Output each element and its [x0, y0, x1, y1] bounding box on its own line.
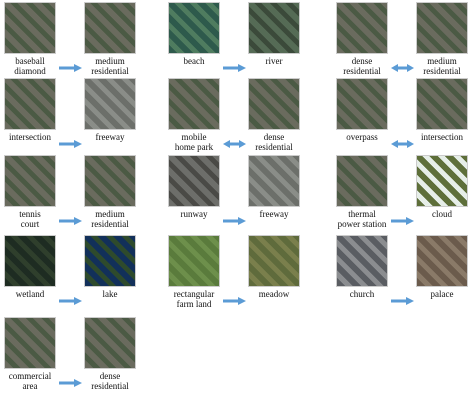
source-image-baseball-diamond	[4, 2, 56, 54]
target-image-medium-residential	[84, 155, 136, 207]
target-image-dense-residential	[248, 78, 300, 130]
target-image-lake	[84, 235, 136, 287]
source-image-beach	[168, 2, 220, 54]
source-label: overpass	[346, 132, 378, 142]
target-label: lake	[102, 289, 118, 299]
bidirectional-arrow-icon	[391, 140, 414, 148]
source-label: dense residential	[343, 56, 381, 76]
source-image-commercial-area	[4, 317, 56, 369]
target-image-palace	[416, 235, 468, 287]
bidirectional-arrow-icon	[391, 64, 414, 72]
source-image-mobile-home-park	[168, 78, 220, 130]
target-label: freeway	[95, 132, 125, 142]
source-image-intersection	[4, 78, 56, 130]
target-image-cloud	[416, 155, 468, 207]
source-image-thermal-power-station	[336, 155, 388, 207]
source-image-wetland	[4, 235, 56, 287]
source-image-dense-residential	[336, 2, 388, 54]
source-image-overpass	[336, 78, 388, 130]
source-label: thermal power station	[337, 209, 387, 229]
source-label: church	[349, 289, 375, 299]
source-label: rectangular farm land	[173, 289, 215, 309]
target-image-dense-residential	[84, 317, 136, 369]
figure-caption-fragment	[0, 394, 474, 403]
bidirectional-arrow-icon	[223, 140, 246, 148]
source-image-tennis-court	[4, 155, 56, 207]
right-arrow-icon	[59, 297, 82, 305]
target-image-river	[248, 2, 300, 54]
right-arrow-icon	[223, 64, 246, 72]
right-arrow-icon	[391, 297, 414, 305]
source-image-rectangular-farm-land	[168, 235, 220, 287]
source-label: beach	[183, 56, 205, 66]
right-arrow-icon	[59, 379, 82, 387]
target-image-medium-residential	[416, 2, 468, 54]
target-label: meadow	[258, 289, 290, 299]
target-image-meadow	[248, 235, 300, 287]
target-label: dense residential	[255, 132, 293, 152]
target-image-medium-residential	[84, 2, 136, 54]
target-label: dense residential	[91, 371, 129, 391]
right-arrow-icon	[59, 140, 82, 148]
target-label: river	[265, 56, 283, 66]
right-arrow-icon	[59, 64, 82, 72]
target-image-freeway	[84, 78, 136, 130]
right-arrow-icon	[391, 217, 414, 225]
target-label: medium residential	[91, 56, 129, 76]
source-label: runway	[180, 209, 208, 219]
source-image-runway	[168, 155, 220, 207]
target-label: freeway	[259, 209, 289, 219]
target-image-freeway	[248, 155, 300, 207]
target-label: medium residential	[91, 209, 129, 229]
right-arrow-icon	[223, 217, 246, 225]
right-arrow-icon	[223, 297, 246, 305]
source-label: mobile home park	[174, 132, 214, 152]
right-arrow-icon	[59, 217, 82, 225]
target-image-intersection	[416, 78, 468, 130]
source-image-church	[336, 235, 388, 287]
